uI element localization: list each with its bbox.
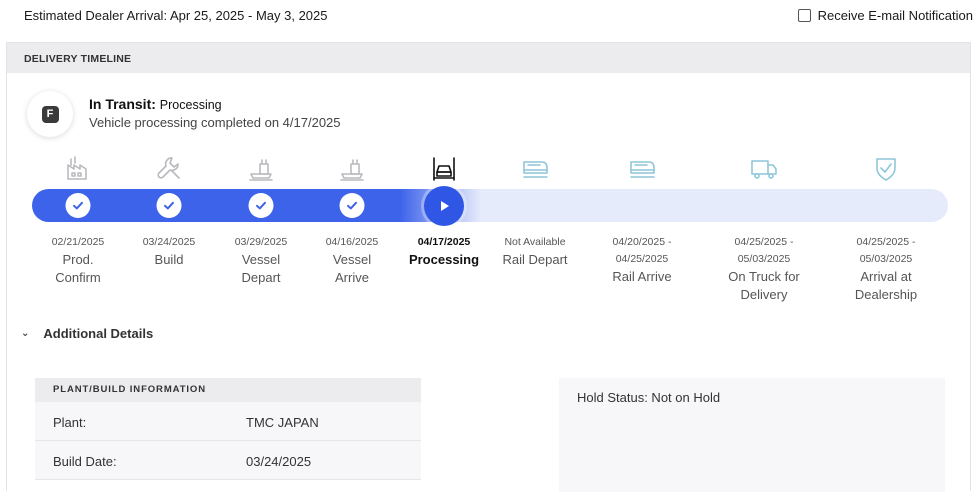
- step-complete-check-icon: [248, 193, 274, 218]
- train-icon: [622, 151, 662, 185]
- hold-status-box: Hold Status: Not on Hold: [559, 378, 945, 492]
- timeline-step: Not Available Rail Depart: [480, 234, 590, 269]
- step-name: Rail Depart: [502, 252, 568, 267]
- email-notification-toggle[interactable]: Receive E-mail Notification: [797, 8, 973, 23]
- info-row-build-date: Build Date: 03/24/2025: [35, 441, 421, 480]
- wrench-icon: [149, 151, 189, 185]
- top-bar: Estimated Dealer Arrival: Apr 25, 2025 -…: [0, 0, 977, 34]
- panel-title: DELIVERY TIMELINE: [24, 53, 132, 65]
- additional-details-label: Additional Details: [43, 326, 154, 341]
- timeline-step: 04/20/2025 - 04/25/2025 Rail Arrive: [587, 234, 697, 286]
- info-value: 03/24/2025: [246, 454, 312, 469]
- ship-icon: [241, 151, 281, 185]
- info-key: Build Date:: [53, 454, 117, 469]
- status-badge: F: [27, 91, 73, 137]
- step-date: 04/25/2025 - 05/03/2025: [734, 236, 794, 265]
- hold-status-text: Hold Status: Not on Hold: [577, 390, 721, 405]
- plant-build-title: PLANT/BUILD INFORMATION: [35, 378, 421, 402]
- estimated-arrival-text: Estimated Dealer Arrival: Apr 25, 2025 -…: [24, 8, 328, 23]
- step-current-play-icon: [424, 186, 464, 226]
- info-row-plant: Plant: TMC JAPAN: [35, 402, 421, 441]
- chevron-down-icon: ⌄: [21, 328, 30, 339]
- email-notification-label: Receive E-mail Notification: [817, 8, 973, 23]
- panel-header: DELIVERY TIMELINE: [7, 43, 970, 73]
- ship-icon: [332, 151, 372, 185]
- step-name: On Truck for Delivery: [728, 269, 800, 302]
- truck-icon: [744, 151, 784, 185]
- info-value: TMC JAPAN: [246, 415, 319, 430]
- step-date: 04/25/2025 - 05/03/2025: [856, 236, 916, 265]
- status-badge-letter: F: [41, 105, 59, 123]
- timeline-step: 04/25/2025 - 05/03/2025 Arrival at Dealer…: [831, 234, 941, 304]
- status-description: Vehicle processing completed on 4/17/202…: [89, 115, 341, 130]
- timeline-step: 04/25/2025 - 05/03/2025 On Truck for Deli…: [709, 234, 819, 304]
- email-notification-checkbox[interactable]: [797, 9, 811, 22]
- car-lift-icon: [424, 151, 464, 185]
- factory-icon: [58, 151, 98, 185]
- step-date: Not Available: [504, 236, 566, 248]
- status-title-sub: Processing: [159, 98, 222, 112]
- step-complete-check-icon: [156, 193, 182, 218]
- shield-check-icon: [866, 151, 906, 185]
- step-complete-check-icon: [65, 193, 91, 218]
- delivery-timeline-panel: DELIVERY TIMELINE F In Transit: Processi…: [6, 42, 971, 492]
- plant-build-info: PLANT/BUILD INFORMATION Plant: TMC JAPAN…: [35, 378, 421, 480]
- status-title: In Transit: Processing: [89, 96, 222, 112]
- step-name: Rail Arrive: [612, 269, 672, 284]
- status-title-main: In Transit:: [89, 96, 160, 112]
- additional-details-toggle[interactable]: ⌄ Additional Details: [21, 326, 153, 341]
- step-date: 04/20/2025 - 04/25/2025: [612, 236, 672, 265]
- info-key: Plant:: [53, 415, 87, 430]
- step-complete-check-icon: [339, 193, 365, 218]
- train-icon: [515, 151, 555, 185]
- step-name: Arrival at Dealership: [854, 269, 918, 302]
